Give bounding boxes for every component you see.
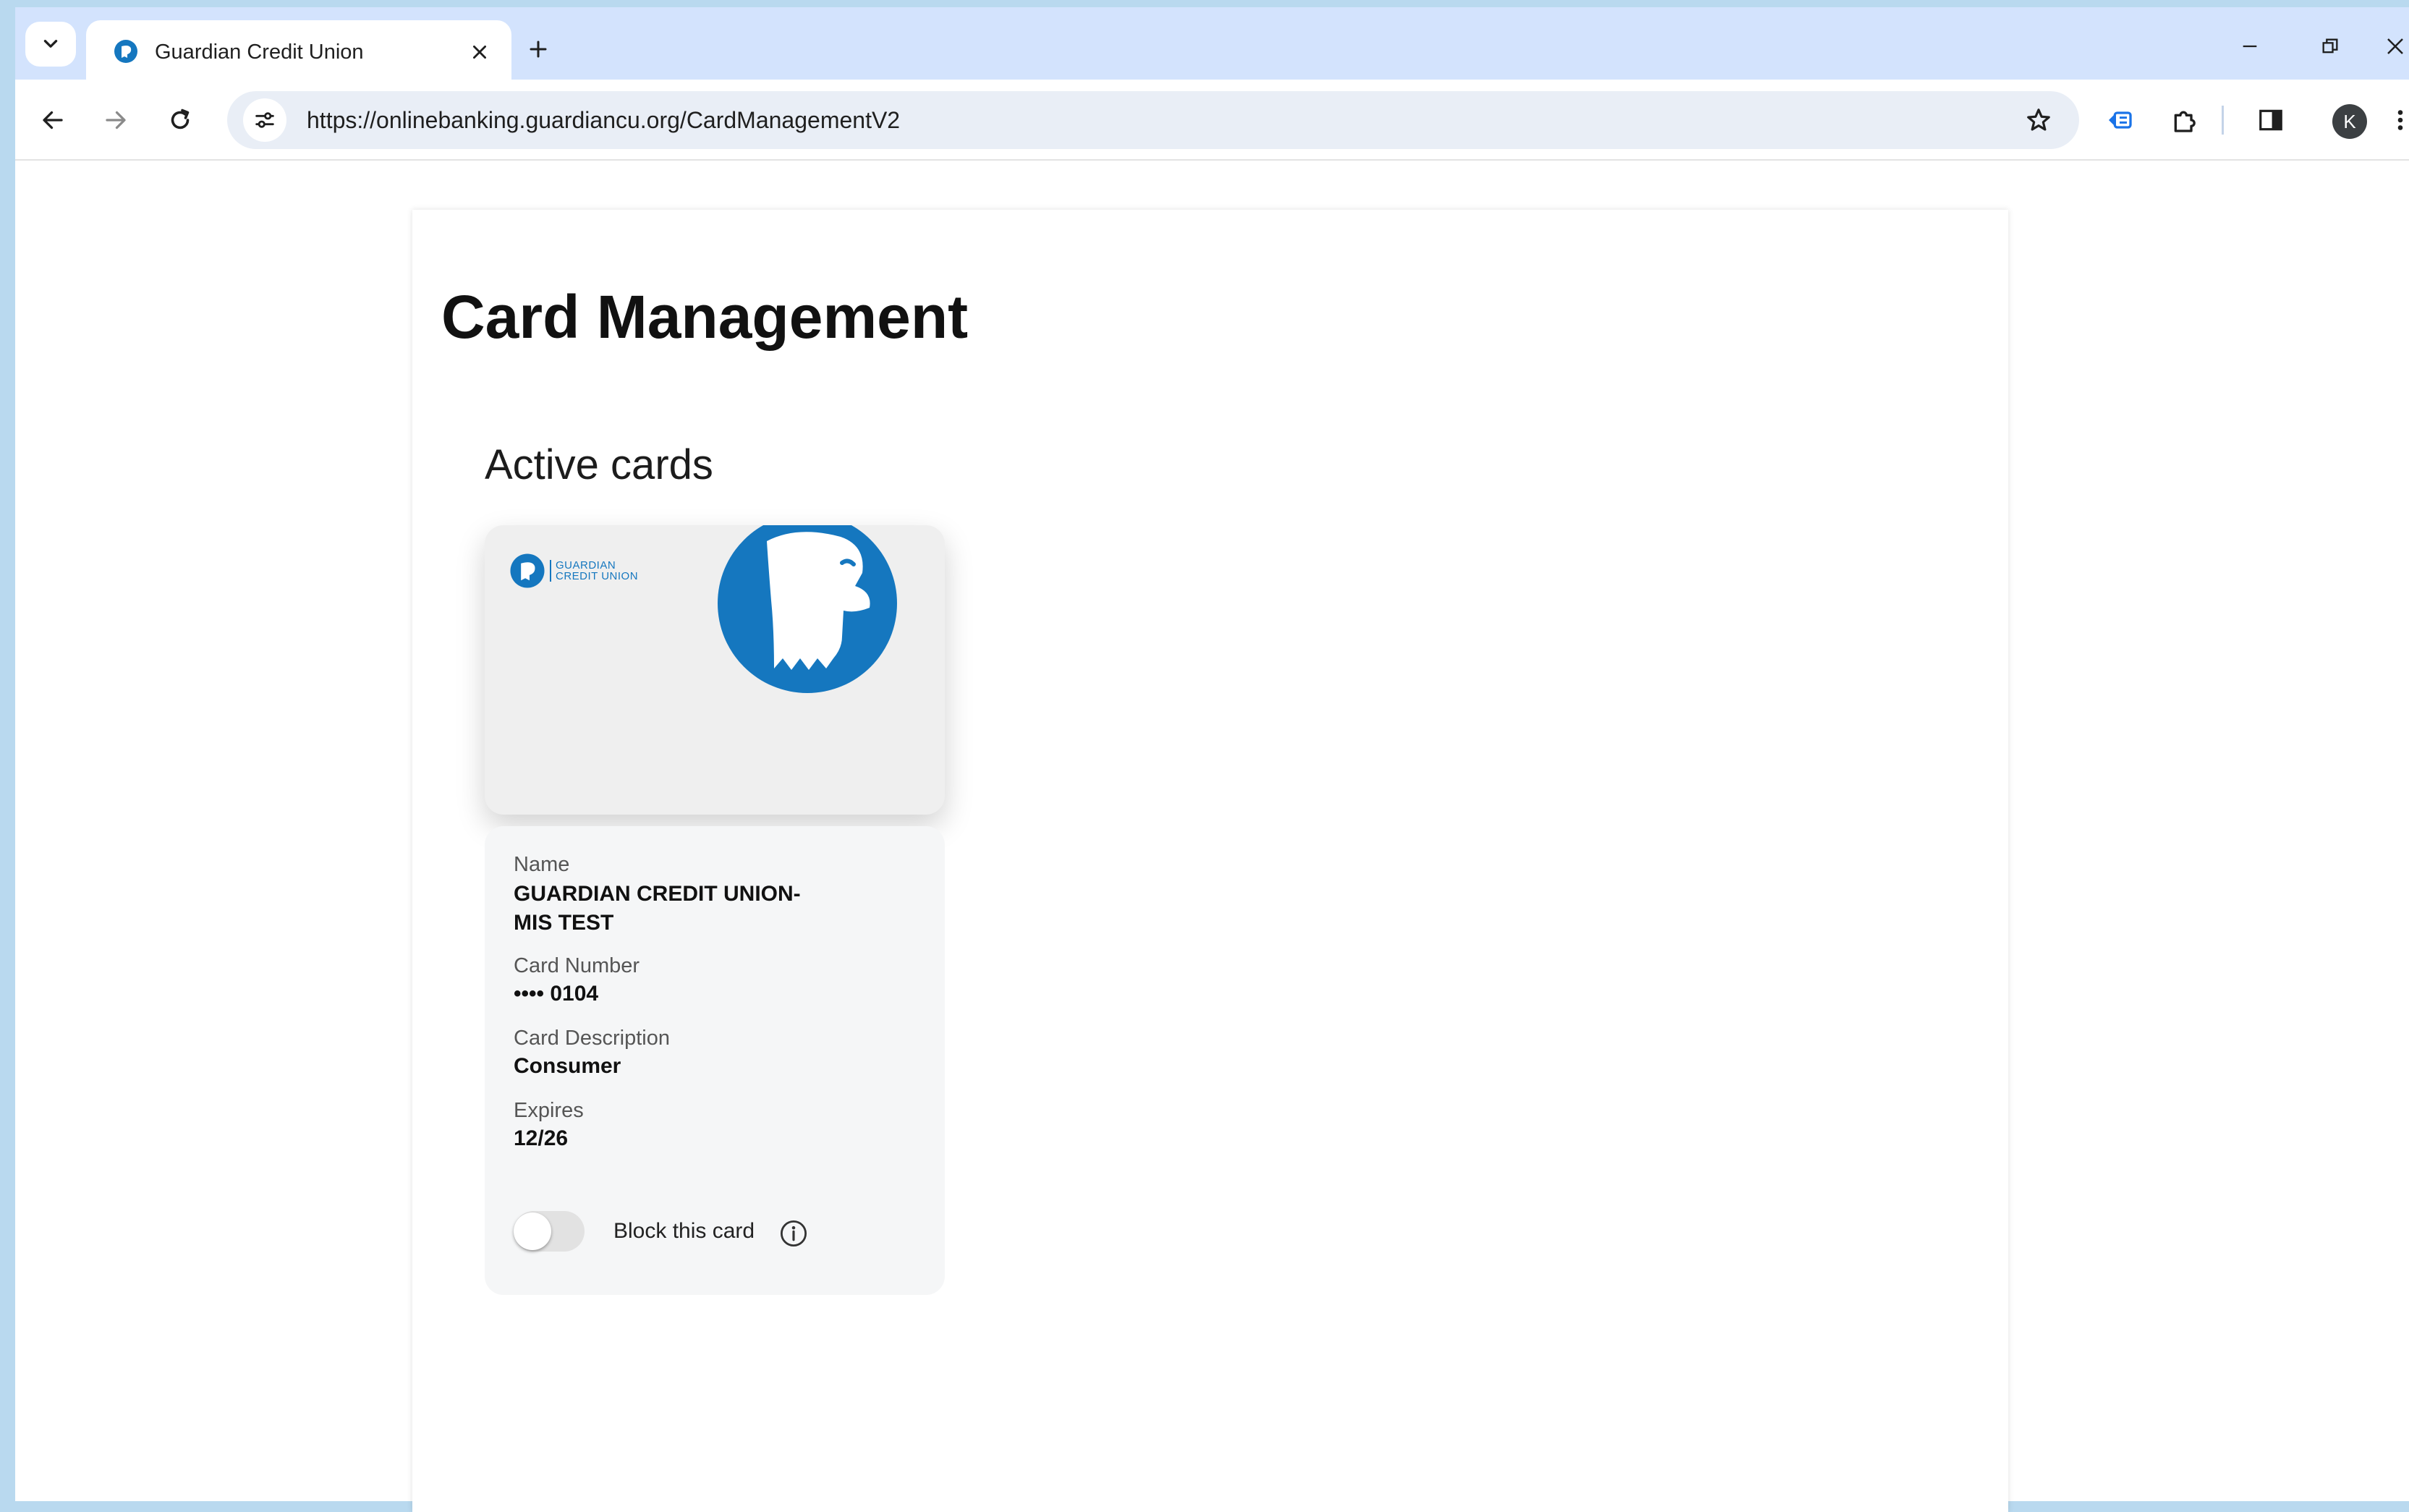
tab-title: Guardian Credit Union [155, 41, 364, 64]
section-title-active-cards: Active cards [485, 441, 713, 488]
browser-toolbar: https://onlinebanking.guardiancu.org/Car… [15, 80, 2409, 161]
reload-button[interactable] [157, 97, 203, 143]
url-text[interactable]: https://onlinebanking.guardiancu.org/Car… [307, 106, 900, 135]
site-info-button[interactable] [243, 98, 286, 142]
card-image[interactable]: GUARDIAN CREDIT UNION [485, 525, 945, 815]
browser-menu-button[interactable] [2392, 97, 2409, 143]
tab-strip: Guardian Credit Union [15, 7, 2409, 87]
restore-icon [2322, 38, 2338, 54]
card-number-label: Card Number [514, 954, 640, 977]
profile-avatar[interactable]: K [2332, 104, 2367, 139]
forward-button[interactable] [93, 97, 139, 143]
toolbar-divider [2222, 106, 2224, 135]
kebab-menu-icon [2397, 110, 2403, 130]
close-window-button[interactable] [2374, 25, 2409, 68]
minimize-button[interactable] [2228, 25, 2272, 68]
address-bar[interactable]: https://onlinebanking.guardiancu.org/Car… [227, 91, 2079, 149]
guardian-favicon-icon [114, 40, 137, 63]
card-details: Name GUARDIAN CREDIT UNION-MIS TEST Card… [485, 826, 945, 1295]
card-brand-line1: GUARDIAN [556, 559, 616, 572]
new-tab-button[interactable] [518, 29, 558, 69]
extensions-button[interactable] [2161, 97, 2207, 143]
star-icon [2027, 109, 2050, 131]
eagle-logo-icon [718, 525, 897, 693]
extension-card-icon [2109, 111, 2132, 129]
block-card-toggle[interactable] [514, 1211, 585, 1252]
minimize-icon [2243, 45, 2257, 48]
back-button[interactable] [30, 97, 76, 143]
reload-icon [171, 109, 190, 129]
puzzle-icon [2174, 111, 2196, 132]
toggle-knob [514, 1212, 551, 1250]
card-description-label: Card Description [514, 1027, 670, 1050]
info-icon[interactable] [778, 1218, 809, 1249]
guardian-logo-icon [510, 553, 545, 588]
side-panel-button[interactable] [2248, 97, 2294, 143]
tab-search-button[interactable] [25, 22, 76, 67]
card-number-value: •••• 0104 [514, 982, 599, 1006]
block-card-label: Block this card [613, 1219, 755, 1243]
side-panel-icon [2259, 109, 2282, 131]
back-arrow-icon [43, 111, 63, 129]
restore-button[interactable] [2308, 25, 2352, 68]
tune-icon [255, 112, 274, 128]
close-icon [473, 46, 486, 59]
card-brand-line2: CREDIT UNION [556, 570, 639, 582]
close-icon [2387, 38, 2403, 54]
forward-arrow-icon [106, 111, 126, 129]
page-title: Card Management [441, 283, 969, 351]
bookmark-button[interactable] [2017, 98, 2060, 142]
chevron-down-icon [43, 40, 58, 48]
name-label: Name [514, 853, 570, 876]
card-brand-logo: GUARDIAN CREDIT UNION [509, 553, 638, 589]
extension-button[interactable] [2096, 97, 2143, 143]
card-description-value: Consumer [514, 1054, 621, 1078]
expires-value: 12/26 [514, 1126, 569, 1150]
browser-tab[interactable]: Guardian Credit Union [86, 20, 511, 87]
content-panel: Card Management Active cards GUARDIAN CR… [412, 210, 2008, 1512]
plus-icon [530, 41, 547, 58]
name-value: GUARDIAN CREDIT UNION-MIS TEST [514, 882, 801, 935]
expires-label: Expires [514, 1099, 584, 1122]
tab-close-button[interactable] [462, 35, 497, 69]
